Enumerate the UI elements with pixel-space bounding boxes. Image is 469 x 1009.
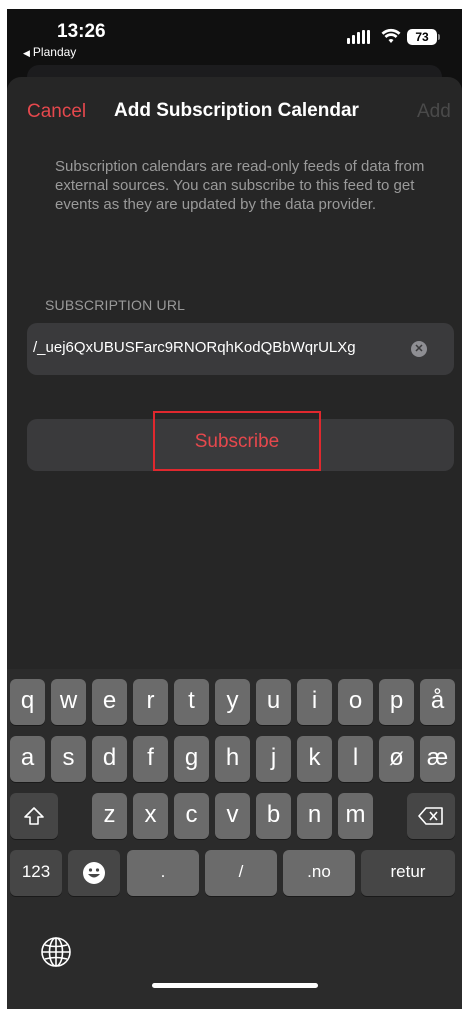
key-t[interactable]: t <box>174 679 209 725</box>
back-app-label: Planday <box>32 45 77 59</box>
home-indicator[interactable] <box>152 983 318 988</box>
subscription-url-field[interactable]: /_uej6QxUBUSFarc9RNORqhKodQBbWqrULXg ✕ <box>27 323 454 375</box>
key-n[interactable]: n <box>297 793 332 839</box>
key-f[interactable]: f <box>133 736 168 782</box>
delete-icon <box>418 806 443 825</box>
key-m[interactable]: m <box>338 793 373 839</box>
back-to-app-link[interactable]: ◀ Planday <box>23 45 76 59</box>
key-j[interactable]: j <box>256 736 291 782</box>
key-o-slash[interactable]: ø <box>379 736 414 782</box>
delete-key[interactable] <box>407 793 455 839</box>
key-d[interactable]: d <box>92 736 127 782</box>
subscription-url-label: SUBSCRIPTION URL <box>45 297 186 313</box>
key-v[interactable]: v <box>215 793 250 839</box>
sheet-title: Add Subscription Calendar <box>114 100 359 121</box>
key-q[interactable]: q <box>10 679 45 725</box>
key-w[interactable]: w <box>51 679 86 725</box>
key-y[interactable]: y <box>215 679 250 725</box>
dot-no-key[interactable]: .no <box>283 850 355 896</box>
key-b[interactable]: b <box>256 793 291 839</box>
key-l[interactable]: l <box>338 736 373 782</box>
key-h[interactable]: h <box>215 736 250 782</box>
key-a[interactable]: a <box>10 736 45 782</box>
key-a-ring[interactable]: å <box>420 679 455 725</box>
key-k[interactable]: k <box>297 736 332 782</box>
phone-screen: 13:26 ◀ Planday 73 Cancel Add Subscriptio… <box>7 9 462 1009</box>
key-ae[interactable]: æ <box>420 736 455 782</box>
shift-key[interactable] <box>10 793 58 839</box>
key-c[interactable]: c <box>174 793 209 839</box>
status-bar: 13:26 ◀ Planday 73 <box>7 9 462 65</box>
key-u[interactable]: u <box>256 679 291 725</box>
emoji-key[interactable] <box>68 850 120 896</box>
shift-icon <box>24 806 44 825</box>
subscription-url-value: /_uej6QxUBUSFarc9RNORqhKodQBbWqrULXg <box>33 339 356 356</box>
key-i[interactable]: i <box>297 679 332 725</box>
clear-text-icon[interactable]: ✕ <box>411 341 427 357</box>
key-r[interactable]: r <box>133 679 168 725</box>
back-triangle-icon: ◀ <box>23 48 30 58</box>
add-button[interactable]: Add <box>417 101 451 123</box>
info-text: Subscription calendars are read-only fee… <box>55 158 425 213</box>
battery-tip <box>438 34 440 40</box>
subscribe-highlight-box: Subscribe <box>153 411 321 471</box>
key-p[interactable]: p <box>379 679 414 725</box>
battery-indicator: 73 <box>407 29 437 45</box>
return-key[interactable]: retur <box>361 850 455 896</box>
numbers-key[interactable]: 123 <box>10 850 62 896</box>
emoji-icon <box>83 861 105 884</box>
key-x[interactable]: x <box>133 793 168 839</box>
subscribe-button[interactable]: Subscribe <box>155 431 319 453</box>
key-z[interactable]: z <box>92 793 127 839</box>
cellular-signal-icon <box>347 30 373 44</box>
status-time: 13:26 <box>57 21 106 42</box>
subscribe-row[interactable]: Subscribe <box>27 411 454 471</box>
keyboard: q w e r t y u i o p å a s d f g h j k l … <box>7 669 462 1009</box>
slash-key[interactable]: / <box>205 850 277 896</box>
dot-key[interactable]: . <box>127 850 199 896</box>
key-e[interactable]: e <box>92 679 127 725</box>
key-o[interactable]: o <box>338 679 373 725</box>
globe-icon[interactable] <box>40 936 72 968</box>
wifi-icon <box>381 28 401 43</box>
key-g[interactable]: g <box>174 736 209 782</box>
key-s[interactable]: s <box>51 736 86 782</box>
cancel-button[interactable]: Cancel <box>27 101 86 123</box>
